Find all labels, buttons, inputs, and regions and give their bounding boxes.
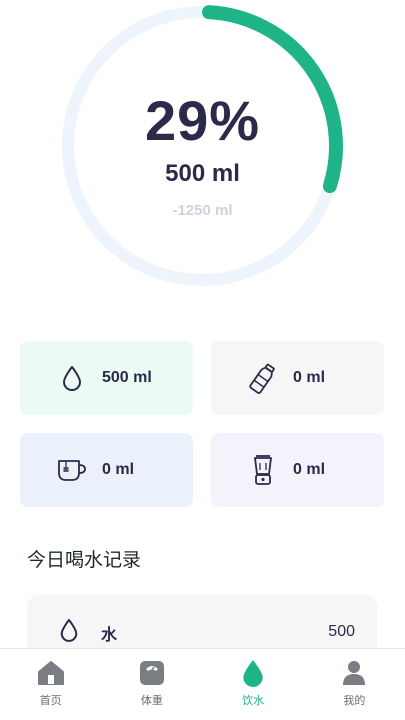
records-title: 今日喝水记录 [27,549,142,571]
remaining-amount: -1250 ml [172,202,233,219]
drink-card-value: 0 ml [293,461,326,478]
drink-card-juice[interactable]: 0 ml [211,433,384,507]
tab-label: 体重 [140,694,163,707]
scale-icon [138,659,166,687]
intake-amount: 500 ml [165,160,240,187]
blender-icon [243,450,283,490]
tea-cup-icon [52,450,92,490]
tab-label: 饮水 [242,694,265,707]
drink-card-value: 500 ml [102,369,152,386]
water-drop-icon [52,358,92,398]
tab-label: 首页 [39,694,62,707]
water-drop-icon [59,618,79,646]
progress-percent: 29% [144,89,261,152]
record-name: 水 [101,625,118,644]
tab-weight[interactable]: 体重 [101,649,202,720]
record-value: 500 [328,623,355,640]
drink-card-tea[interactable]: 0 ml [20,433,193,507]
progress-ring: 29% 500 ml -1250 ml [0,0,405,300]
drink-card-value: 0 ml [293,369,326,386]
tab-drink[interactable]: 饮水 [203,649,304,720]
bottom-tab-bar: 首页 体重 饮水 我的 [0,648,405,720]
drink-card-bottle[interactable]: 0 ml [211,341,384,415]
home-icon [37,659,65,687]
user-icon [340,659,368,687]
tab-profile[interactable]: 我的 [304,649,405,720]
tab-home[interactable]: 首页 [0,649,101,720]
bottle-icon [243,358,283,398]
drink-card-value: 0 ml [102,461,135,478]
tab-label: 我的 [343,694,366,707]
drink-card-water[interactable]: 500 ml [20,341,193,415]
water-drop-icon [239,659,267,687]
